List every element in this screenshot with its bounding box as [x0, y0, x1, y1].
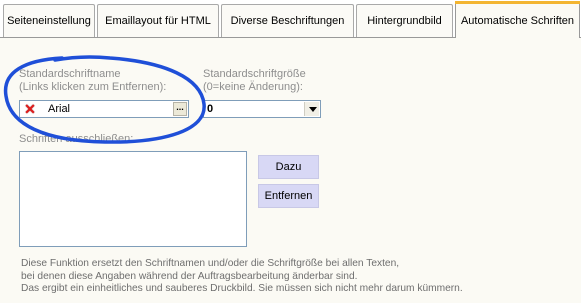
settings-window: Seiteneinstellung Emaillayout für HTML D… — [0, 0, 581, 303]
info-line: bei denen diese Angaben während der Auft… — [21, 270, 358, 282]
font-size-value: 0 — [207, 103, 214, 115]
tab-strip: Seiteneinstellung Emaillayout für HTML D… — [0, 0, 581, 38]
exclude-fonts-label: Schriften ausschließen: — [19, 133, 134, 145]
tab-automatische-schriften[interactable]: Automatische Schriften — [455, 1, 580, 38]
browse-font-button[interactable]: ... — [173, 102, 187, 116]
font-size-hint: (0=keine Änderung): — [203, 81, 303, 93]
font-name-hint: (Links klicken zum Entfernen): — [19, 81, 167, 93]
remove-font-button[interactable]: Entfernen — [258, 184, 319, 208]
font-size-label: Standardschriftgröße — [203, 68, 306, 80]
remove-font-icon[interactable]: ✕ — [23, 102, 37, 116]
info-text: Diese Funktion ersetzt den Schriftnamen … — [21, 258, 571, 296]
font-name-field[interactable]: ✕ Arial ... — [19, 100, 189, 118]
tab-hintergrundbild[interactable]: Hintergrundbild — [356, 4, 453, 37]
chevron-down-icon[interactable] — [304, 102, 319, 116]
tab-seiteneinstellung[interactable]: Seiteneinstellung — [3, 4, 95, 37]
tab-emaillayout[interactable]: Emaillayout für HTML — [97, 4, 219, 37]
tab-diverse-beschriftungen[interactable]: Diverse Beschriftungen — [221, 4, 354, 37]
info-line: Diese Funktion ersetzt den Schriftnamen … — [21, 258, 400, 269]
font-size-select[interactable]: 0 — [203, 100, 321, 118]
info-line: Das ergibt ein einheitliches und saubere… — [21, 283, 463, 294]
font-name-value: Arial — [48, 103, 71, 115]
exclude-fonts-list[interactable] — [19, 151, 247, 247]
font-name-label: Standardschriftname — [19, 68, 121, 80]
add-font-button[interactable]: Dazu — [258, 155, 319, 179]
